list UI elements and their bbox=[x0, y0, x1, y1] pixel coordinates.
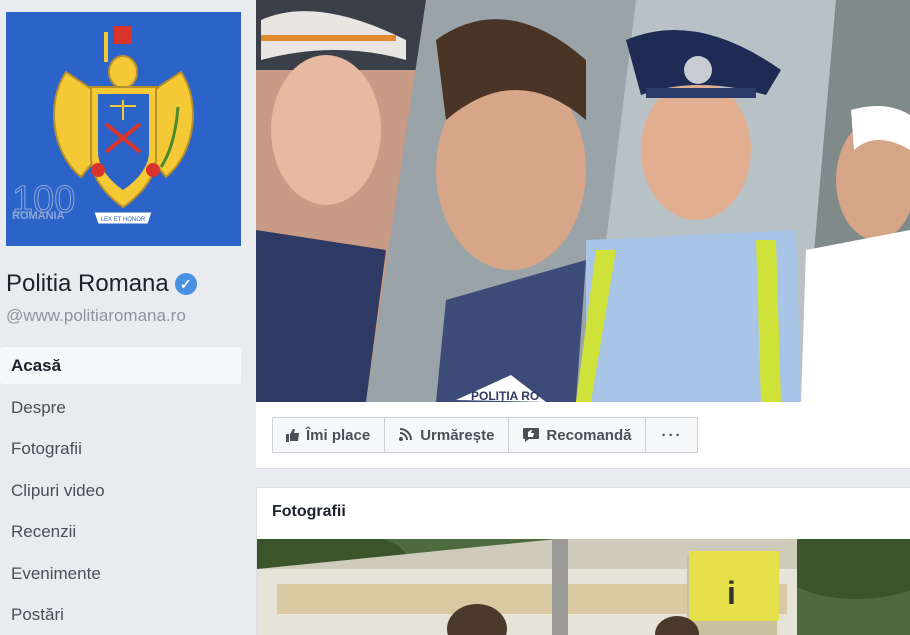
left-sidebar: LEX ET HONOR 100 ROMÂNIA Politia Romana … bbox=[0, 0, 248, 635]
cover-badge-text: POLIȚIA RO bbox=[471, 389, 539, 402]
follow-button[interactable]: Urmărește bbox=[385, 418, 510, 452]
nav-item-evenimente[interactable]: Evenimente bbox=[0, 555, 241, 597]
rss-icon bbox=[398, 428, 414, 442]
nav-item-postari[interactable]: Postări bbox=[0, 596, 241, 635]
verified-icon: ✓ bbox=[174, 273, 197, 295]
recommend-label: Recomandă bbox=[546, 426, 632, 444]
nav-item-recenzii[interactable]: Recenzii bbox=[0, 513, 241, 555]
profile-picture[interactable]: LEX ET HONOR 100 ROMÂNIA bbox=[6, 12, 241, 246]
more-options-button[interactable]: ··· bbox=[646, 418, 697, 452]
thumbs-up-icon bbox=[286, 428, 300, 442]
logo-country: ROMÂNIA bbox=[12, 209, 65, 222]
nav-item-fotografii[interactable]: Fotografii bbox=[0, 430, 241, 472]
follow-label: Urmărește bbox=[420, 426, 495, 444]
nav-item-despre[interactable]: Despre bbox=[0, 389, 241, 431]
nav-item-clipuri-video[interactable]: Clipuri video bbox=[0, 472, 241, 514]
svg-text:i: i bbox=[727, 575, 736, 611]
photos-section: Fotografii i bbox=[256, 487, 910, 635]
page-name-text: Politia Romana bbox=[6, 270, 169, 297]
cover-photo[interactable]: POLIȚIA RO bbox=[256, 0, 910, 402]
logo-tagline: LEX ET HONOR bbox=[101, 217, 146, 223]
page-actions: Îmi place Urmărește Recomandă ··· bbox=[272, 417, 699, 453]
photos-section-title[interactable]: Fotografii bbox=[272, 503, 346, 521]
photos-preview[interactable]: i bbox=[257, 539, 910, 635]
page-nav: Acasă Despre Fotografii Clipuri video Re… bbox=[0, 347, 241, 635]
like-button[interactable]: Îmi place bbox=[273, 418, 386, 452]
page-title[interactable]: Politia Romana ✓ bbox=[6, 270, 197, 298]
nav-item-acasa[interactable]: Acasă bbox=[0, 347, 241, 384]
like-label: Îmi place bbox=[306, 426, 371, 444]
recommend-button[interactable]: Recomandă bbox=[509, 418, 647, 452]
recommend-icon bbox=[522, 427, 540, 443]
page-handle[interactable]: @www.politiaromana.ro bbox=[6, 306, 186, 326]
page-actions-card: Îmi place Urmărește Recomandă ··· bbox=[256, 402, 910, 469]
